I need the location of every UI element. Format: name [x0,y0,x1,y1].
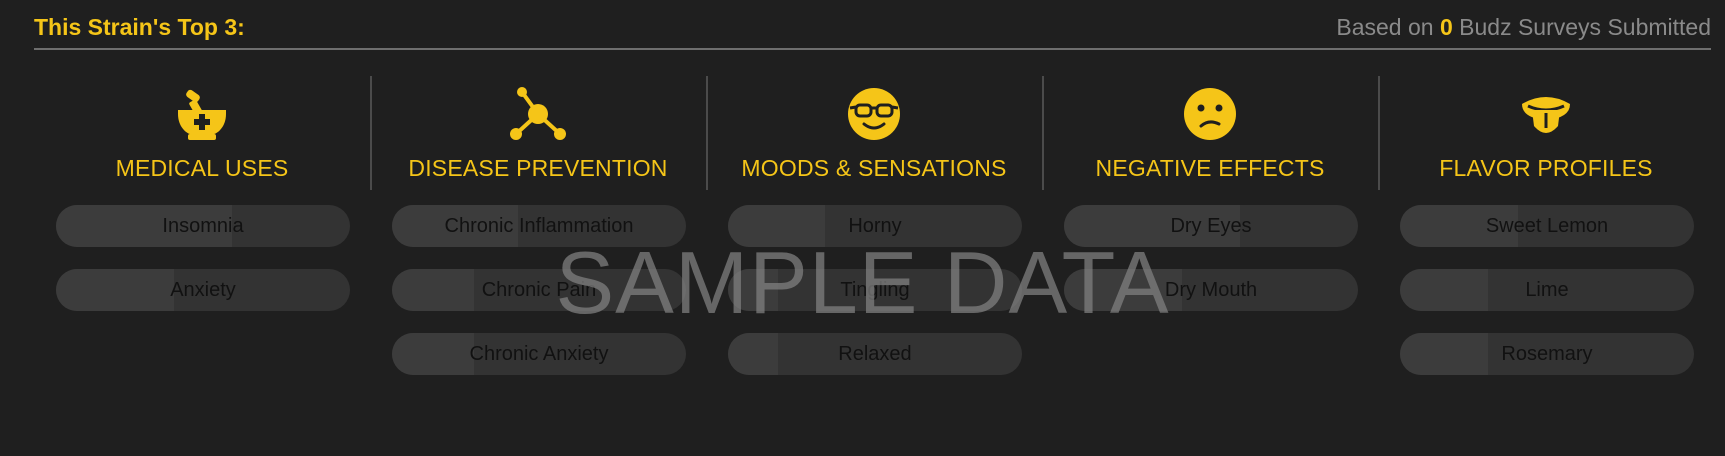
rating-bar-label: Tingling [840,279,910,301]
rating-bar-label: Lime [1525,279,1569,301]
column-title: DISEASE PREVENTION [408,155,668,181]
rating-bar: Chronic Pain [392,269,686,311]
rating-bar: Rosemary [1400,333,1694,375]
column-title: MEDICAL USES [115,155,289,181]
column-disease-prevention: DISEASE PREVENTION Chronic Inflammation … [370,64,708,444]
rating-bar: Chronic Anxiety [392,333,686,375]
rating-bar-label: Chronic Pain [481,279,597,301]
survey-count-text: Based on 0 Budz Surveys Submitted [1336,14,1711,41]
rating-bar: Insomnia [56,205,350,247]
tongue-face-icon [1518,86,1574,142]
column-negative-effects: NEGATIVE EFFECTS Dry Eyes Dry Mouth [1042,64,1380,444]
rating-bar-label: Dry Eyes [1170,215,1252,237]
rating-bar-label: Insomnia [162,215,244,237]
rating-bar: Sweet Lemon [1400,205,1694,247]
rating-bar-label: Relaxed [838,343,912,365]
rating-bar: Dry Mouth [1064,269,1358,311]
rating-bar-label: Rosemary [1501,343,1593,365]
survey-count-suffix: Budz Surveys Submitted [1459,14,1711,40]
column-header: DISEASE PREVENTION [370,76,706,190]
rating-bar: Chronic Inflammation [392,205,686,247]
rating-bar: Tingling [728,269,1022,311]
mortar-pestle-icon [174,86,230,142]
rating-bar: Relaxed [728,333,1022,375]
rating-bar-label: Chronic Anxiety [469,343,609,365]
panel-title: This Strain's Top 3: [34,14,245,40]
rating-bar: Dry Eyes [1064,205,1358,247]
column-medical-uses: MEDICAL USES Insomnia Anxiety [34,64,372,444]
column-title: MOODS & SENSATIONS [741,155,1007,181]
column-moods-sensations: MOODS & SENSATIONS Horny Tingling Relaxe… [706,64,1044,444]
column-title: NEGATIVE EFFECTS [1095,155,1325,181]
column-flavor-profiles: FLAVOR PROFILES Sweet Lemon Lime Rosemar… [1378,64,1714,444]
based-on-label: Based on [1336,14,1434,40]
cool-face-icon [846,86,902,142]
column-header: NEGATIVE EFFECTS [1042,76,1378,190]
rating-bar: Anxiety [56,269,350,311]
panel-header: This Strain's Top 3: Based on 0 Budz Sur… [34,12,1711,50]
category-columns: MEDICAL USES Insomnia Anxiety DISEASE PR… [34,64,1711,444]
rating-bar-label: Sweet Lemon [1485,215,1609,237]
rating-bar-label: Horny [848,215,902,237]
sad-face-icon [1182,86,1238,142]
rating-bar: Horny [728,205,1022,247]
rating-bar: Lime [1400,269,1694,311]
column-header: MOODS & SENSATIONS [706,76,1042,190]
column-header: MEDICAL USES [34,76,370,190]
rating-bar-label: Chronic Inflammation [444,215,634,237]
column-title: FLAVOR PROFILES [1439,155,1653,181]
molecule-icon [510,86,566,142]
column-header: FLAVOR PROFILES [1378,76,1714,190]
survey-count: 0 [1439,14,1453,40]
rating-bar-label: Dry Mouth [1164,279,1258,301]
strain-top3-panel: This Strain's Top 3: Based on 0 Budz Sur… [0,0,1725,456]
rating-bar-label: Anxiety [170,279,236,301]
